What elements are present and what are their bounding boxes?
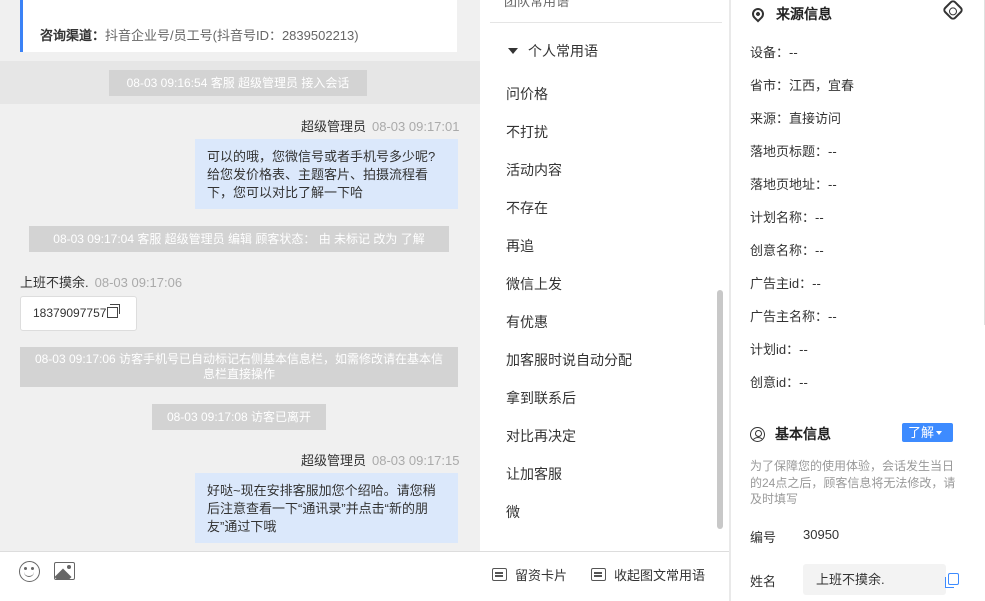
phrase-item[interactable]: 让加客服 bbox=[506, 464, 562, 484]
phrase-item[interactable]: 微信上发 bbox=[506, 274, 562, 294]
channel-label: 咨询渠道： bbox=[40, 28, 106, 43]
customer-status-label: 了解 bbox=[908, 425, 935, 440]
phrase-item[interactable]: 问价格 bbox=[506, 84, 548, 104]
personal-phrases-group[interactable]: 个人常用语 bbox=[508, 41, 598, 61]
user-icon bbox=[750, 426, 765, 442]
collapse-phrases-button[interactable]: 收起图文常用语 bbox=[591, 565, 705, 584]
channel-card: 咨询渠道：抖音企业号/员工号(抖音号ID：2839502213) bbox=[20, 0, 457, 52]
channel-value: 抖音企业号/员工号(抖音号ID：2839502213) bbox=[105, 28, 359, 43]
quick-phrases-panel: 团队常用语 个人常用语 问价格 不打扰 活动内容 不存在 再追 微信上发 有优惠… bbox=[490, 0, 729, 551]
source-field-advertiser-id: 广告主id：-- bbox=[750, 276, 821, 291]
outgoing-message-bubble[interactable]: 可以的哦，您微信号或者手机号多少呢?给您发价格表、主题客片、拍摄流程看下，您可以… bbox=[195, 139, 458, 209]
source-field-landing-title: 落地页标题：-- bbox=[750, 144, 837, 159]
image-icon[interactable] bbox=[54, 562, 75, 580]
caret-down-icon bbox=[508, 48, 518, 54]
sender-name: 超级管理员 bbox=[301, 119, 367, 134]
card-icon bbox=[492, 568, 507, 581]
source-info-title: 来源信息 bbox=[776, 6, 832, 22]
source-field-plan-name: 计划名称：-- bbox=[750, 210, 824, 225]
message-meta: 超级管理员 08-03 09:17:15 bbox=[301, 450, 459, 469]
copy-icon[interactable] bbox=[107, 304, 121, 318]
basic-info-title: 基本信息 bbox=[775, 426, 831, 442]
outgoing-message-bubble[interactable]: 好哒~现在安排客服加您个绍哈。请您稍后注意查看一下“通讯录”并点击“新的朋友”通… bbox=[195, 473, 458, 543]
input-toolbar: 留资卡片 收起图文常用语 bbox=[0, 551, 729, 601]
settings-icon[interactable] bbox=[941, 0, 965, 22]
edit-notice: 为了保障您的使用体验，会话发生当日的24点之后，顾客信息将无法修改，请及时填写 bbox=[750, 459, 956, 506]
copy-icon[interactable] bbox=[945, 573, 959, 588]
incoming-message-bubble[interactable]: 18379097757 bbox=[20, 296, 137, 331]
message-time: 08-03 09:17:01 bbox=[372, 119, 460, 134]
name-label: 姓名 bbox=[750, 574, 777, 589]
location-pin-icon bbox=[749, 5, 767, 23]
phrase-item[interactable]: 加客服时说自动分配 bbox=[506, 350, 632, 370]
leave-card-label: 留资卡片 bbox=[515, 568, 568, 583]
source-field-source: 来源：直接访问 bbox=[750, 111, 842, 126]
phrase-item[interactable]: 不打扰 bbox=[506, 122, 548, 142]
phrase-item[interactable]: 微 bbox=[506, 502, 520, 522]
phrases-scrollbar[interactable] bbox=[717, 290, 723, 529]
phone-number: 18379097757 bbox=[33, 306, 107, 320]
id-value: 30950 bbox=[803, 527, 840, 542]
chevron-down-icon bbox=[936, 431, 943, 435]
system-event-status: 08-03 09:17:04 客服 超级管理员 编辑 顾客状态： 由 未标记 改… bbox=[29, 226, 449, 252]
system-event-join: 08-03 09:16:54 客服 超级管理员 接入会话 bbox=[109, 70, 367, 96]
name-field[interactable]: 上班不摸余. bbox=[803, 564, 946, 595]
source-field-device: 设备：-- bbox=[750, 45, 798, 60]
group-title: 个人常用语 bbox=[528, 43, 598, 59]
message-meta: 上班不摸余. 08-03 09:17:06 bbox=[20, 272, 182, 291]
id-label: 编号 bbox=[750, 530, 777, 545]
customer-info-panel: 来源信息 设备：-- 省市：江西，宜春 来源：直接访问 落地页标题：-- 落地页… bbox=[731, 0, 985, 601]
source-field-advertiser-name: 广告主名称：-- bbox=[750, 309, 837, 324]
phrase-item[interactable]: 不存在 bbox=[506, 198, 548, 218]
system-event-auto-mark: 08-03 09:17:06 访客手机号已自动标记右侧基本信息栏，如需修改请在基… bbox=[20, 347, 458, 387]
channel-info: 咨询渠道：抖音企业号/员工号(抖音号ID：2839502213) bbox=[40, 25, 359, 44]
phrase-item[interactable]: 有优惠 bbox=[506, 312, 548, 332]
chat-panel: 咨询渠道：抖音企业号/员工号(抖音号ID：2839502213) 08-03 0… bbox=[0, 0, 480, 551]
collapse-phrases-label: 收起图文常用语 bbox=[614, 568, 706, 583]
phrase-item[interactable]: 对比再决定 bbox=[506, 426, 576, 446]
customer-status-dropdown[interactable]: 了解 bbox=[902, 423, 953, 442]
message-time: 08-03 09:17:15 bbox=[372, 453, 460, 468]
phrase-item[interactable]: 再追 bbox=[506, 236, 534, 256]
source-field-plan-id: 计划id：-- bbox=[750, 342, 808, 357]
system-event-left: 08-03 09:17:08 访客已离开 bbox=[152, 404, 326, 430]
message-meta: 超级管理员 08-03 09:17:01 bbox=[301, 116, 459, 135]
source-field-landing-url: 落地页地址：-- bbox=[750, 177, 837, 192]
basic-info-header: 基本信息 bbox=[750, 424, 831, 444]
smile-icon[interactable] bbox=[19, 561, 40, 582]
divider bbox=[490, 22, 722, 23]
source-field-creative-name: 创意名称：-- bbox=[750, 243, 824, 258]
phrase-item[interactable]: 拿到联系后 bbox=[506, 388, 576, 408]
sender-name: 超级管理员 bbox=[301, 453, 367, 468]
source-field-creative-id: 创意id：-- bbox=[750, 375, 808, 390]
card-icon bbox=[591, 568, 606, 581]
team-phrases-group[interactable]: 团队常用语 bbox=[504, 0, 569, 11]
phrase-item[interactable]: 活动内容 bbox=[506, 160, 562, 180]
source-info-header: 来源信息 bbox=[749, 4, 832, 24]
source-field-region: 省市：江西，宜春 bbox=[750, 78, 855, 93]
sender-name: 上班不摸余. bbox=[20, 275, 89, 290]
leave-card-button[interactable]: 留资卡片 bbox=[492, 565, 567, 584]
message-time: 08-03 09:17:06 bbox=[94, 275, 183, 290]
